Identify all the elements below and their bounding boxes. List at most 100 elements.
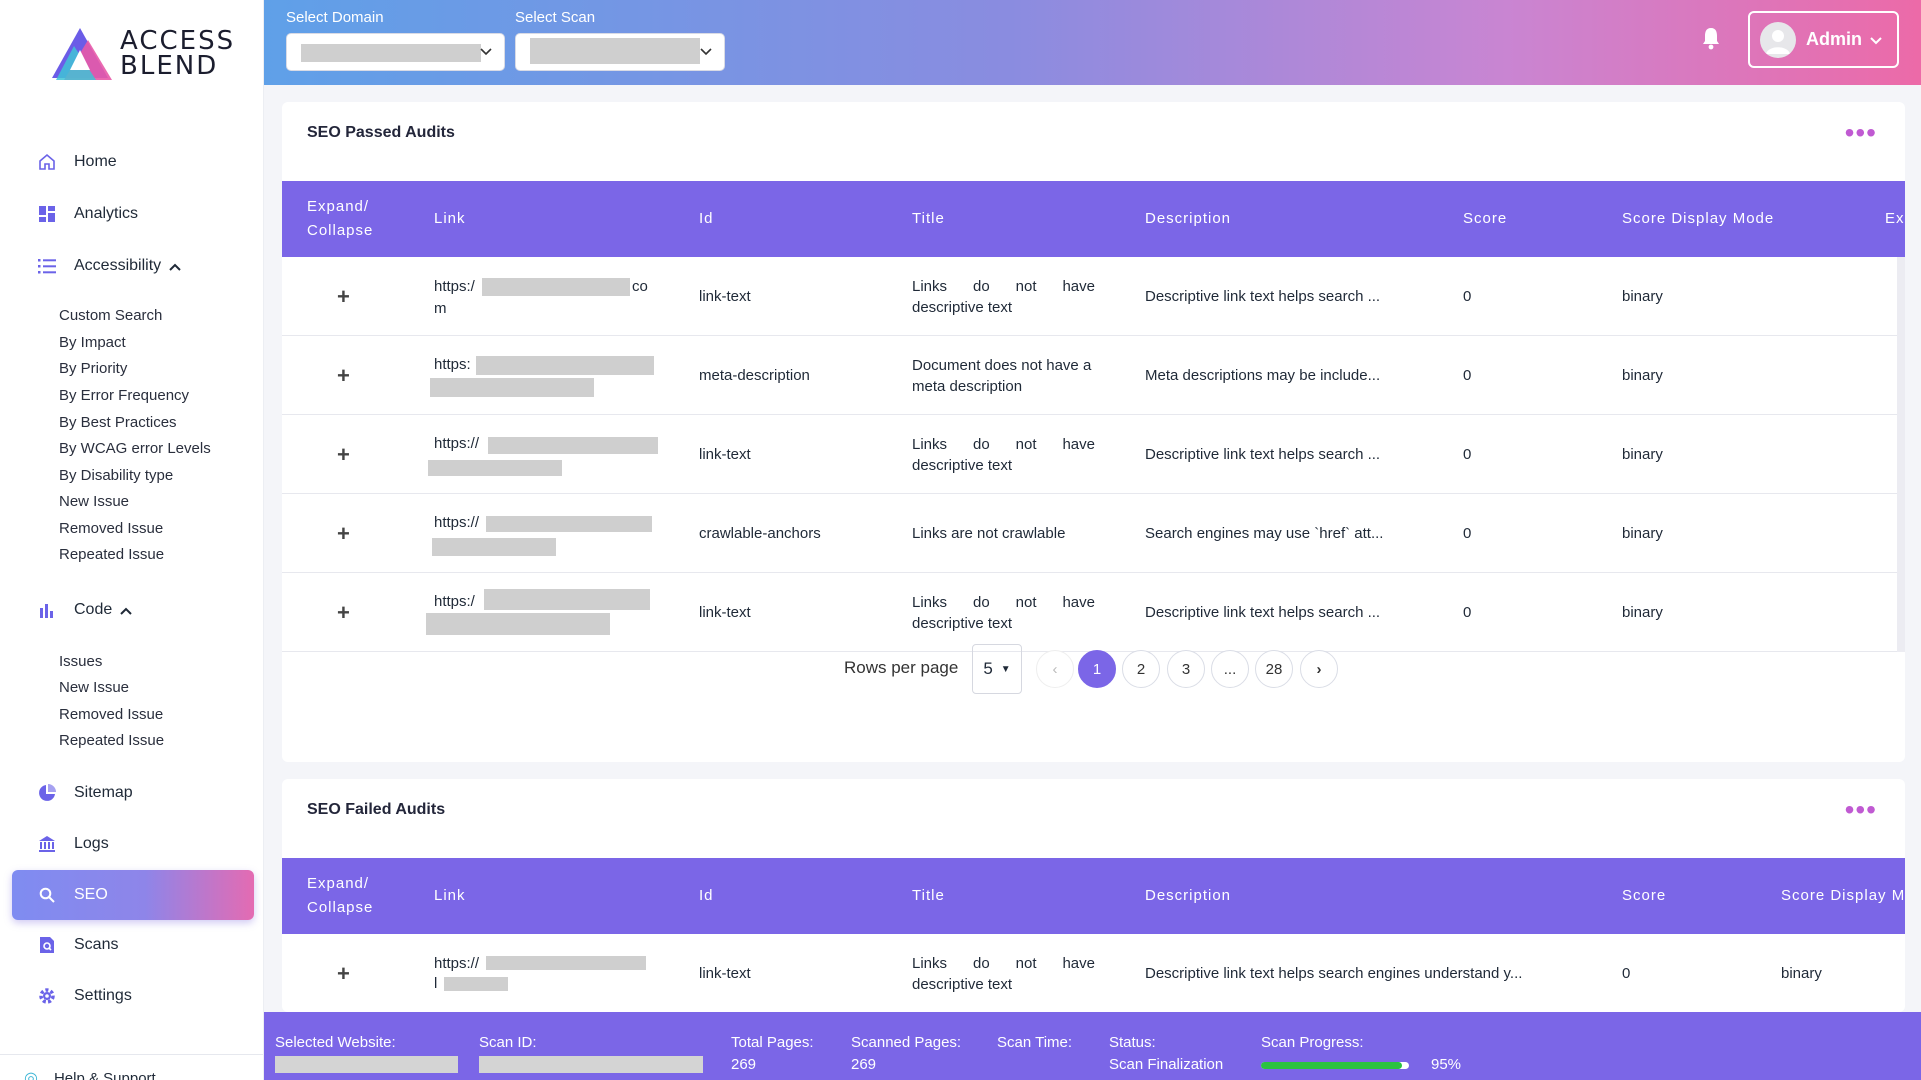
sidebar-item-code[interactable]: Code — [12, 586, 254, 634]
link-redacted — [428, 459, 562, 476]
sidebar-item-label: Help & Support — [53, 1069, 156, 1080]
scan-time-label: Scan Time: — [997, 1034, 1073, 1051]
sidebar-item-accessibility[interactable]: Accessibility — [12, 242, 254, 290]
page-button-28[interactable]: 28 — [1255, 650, 1293, 688]
plus-icon: + — [337, 363, 350, 388]
column-header-extra[interactable]: Ex — [1885, 181, 1905, 257]
expand-row-button[interactable]: + — [337, 336, 350, 415]
description-cell: Meta descriptions may be include... — [1145, 367, 1381, 384]
more-options-icon[interactable]: ••• — [1845, 796, 1877, 824]
sidebar-subitem-custom-search[interactable]: Custom Search — [59, 307, 162, 324]
seo-passed-audits-card: SEO Passed Audits ••• Expand/ Collapse L… — [282, 102, 1905, 762]
sidebar-subitem-by-error-frequency[interactable]: By Error Frequency — [59, 387, 189, 404]
score-display-mode-cell: binary — [1622, 446, 1663, 463]
sidebar-item-scans[interactable]: Scans — [12, 921, 254, 969]
link-cell[interactable]: https: — [430, 336, 660, 415]
link-redacted — [488, 436, 658, 454]
column-header-score[interactable]: Score — [1622, 858, 1666, 934]
more-options-icon[interactable]: ••• — [1845, 119, 1877, 147]
domain-select[interactable] — [286, 33, 505, 71]
link-text-start: https:// — [434, 434, 480, 452]
page-button-3[interactable]: 3 — [1167, 650, 1205, 688]
scan-progress-bar — [1261, 1061, 1409, 1069]
pie-chart-icon — [36, 782, 58, 804]
link-cell[interactable]: https:/ — [426, 573, 656, 652]
sidebar-item-sitemap[interactable]: Sitemap — [12, 769, 254, 817]
caret-down-icon: ▼ — [1000, 663, 1011, 675]
prev-page-button[interactable]: ‹ — [1036, 650, 1074, 688]
total-pages-label: Total Pages: — [731, 1034, 814, 1051]
sidebar-subitem-by-wcag-levels[interactable]: By WCAG error Levels — [59, 440, 211, 457]
link-text-start: https:// — [434, 513, 480, 531]
score-cell: 0 — [1463, 367, 1472, 384]
rows-per-page-select[interactable]: 5 ▼ — [972, 644, 1022, 694]
link-text-start: https:// — [434, 954, 480, 972]
sidebar-item-analytics[interactable]: Analytics — [12, 190, 254, 238]
title-cell: Links are not crawlable — [912, 525, 1066, 542]
sidebar-item-help[interactable]: ◎ Help & Support — [24, 1068, 156, 1080]
sidebar-subitem-removed-issue[interactable]: Removed Issue — [59, 520, 163, 537]
rows-per-page-value: 5 — [983, 659, 993, 678]
column-header-title[interactable]: Title — [912, 858, 945, 934]
column-header-score-display-mode[interactable]: Score Display M — [1781, 858, 1905, 934]
page-button-1[interactable]: 1 — [1078, 650, 1116, 688]
column-header-description[interactable]: Description — [1145, 181, 1231, 257]
expand-row-button[interactable]: + — [337, 415, 350, 494]
table-row: + https: meta-description Document does … — [282, 336, 1905, 415]
notification-bell-icon[interactable] — [1700, 26, 1722, 50]
link-redacted — [432, 537, 556, 556]
link-text-start: https:/ — [434, 277, 475, 295]
link-cell[interactable]: https:// — [428, 415, 664, 494]
expand-row-button[interactable]: + — [337, 257, 350, 336]
column-header-score[interactable]: Score — [1463, 181, 1507, 257]
sidebar-item-logs[interactable]: Logs — [12, 820, 254, 868]
sidebar-subitem-by-disability-type[interactable]: By Disability type — [59, 467, 173, 484]
link-cell[interactable]: https:/ co m — [434, 257, 664, 336]
card-title: SEO Passed Audits — [307, 124, 455, 141]
column-header-id[interactable]: Id — [699, 858, 714, 934]
sidebar-subitem-by-impact[interactable]: By Impact — [59, 334, 126, 351]
table-scrollbar[interactable] — [1897, 257, 1905, 652]
column-header-expand: Expand/ Collapse — [307, 875, 374, 916]
account-menu-button[interactable]: Admin — [1748, 11, 1899, 68]
page-button-2[interactable]: 2 — [1122, 650, 1160, 688]
score-cell: 0 — [1463, 604, 1472, 621]
sidebar: ACCESS BLEND Home Analytics Accessibilit… — [0, 0, 264, 1080]
sidebar-item-label: Analytics — [74, 205, 139, 222]
link-cell[interactable]: https:// l — [434, 934, 664, 1012]
column-header-score-display-mode[interactable]: Score Display Mode — [1622, 181, 1774, 257]
chevron-left-icon: ‹ — [1052, 660, 1058, 678]
column-header-title[interactable]: Title — [912, 181, 945, 257]
sidebar-subitem-issues[interactable]: Issues — [59, 653, 102, 670]
column-header-expand: Expand/ Collapse — [307, 198, 374, 239]
brand-logo[interactable]: ACCESS BLEND — [52, 26, 235, 82]
sidebar-subitem-code-repeated-issue[interactable]: Repeated Issue — [59, 732, 164, 749]
scan-select[interactable] — [515, 33, 725, 71]
link-cell[interactable]: https:// — [432, 494, 662, 573]
table-row: + https:// link-text Links do not have d… — [282, 415, 1905, 494]
column-header-link[interactable]: Link — [434, 858, 466, 934]
sidebar-item-seo[interactable]: SEO — [12, 870, 254, 920]
id-cell: link-text — [699, 288, 751, 305]
sidebar-subitem-code-new-issue[interactable]: New Issue — [59, 679, 129, 696]
sidebar-subitem-new-issue[interactable]: New Issue — [59, 493, 129, 510]
sidebar-item-label: Sitemap — [74, 784, 133, 801]
sidebar-item-label: Settings — [74, 987, 132, 1004]
expand-row-button[interactable]: + — [337, 934, 350, 1012]
sidebar-item-settings[interactable]: Settings — [12, 972, 254, 1020]
column-header-id[interactable]: Id — [699, 181, 714, 257]
expand-row-button[interactable]: + — [337, 573, 350, 652]
scan-id-label: Scan ID: — [479, 1034, 537, 1051]
plus-icon: + — [337, 442, 350, 467]
sidebar-subitem-code-removed-issue[interactable]: Removed Issue — [59, 706, 163, 723]
sidebar-item-label: Logs — [74, 835, 109, 852]
sidebar-subitem-by-priority[interactable]: By Priority — [59, 360, 127, 377]
table-row: + https:/ co m link-text Links do not ha… — [282, 257, 1905, 336]
sidebar-item-home[interactable]: Home — [12, 138, 254, 186]
next-page-button[interactable]: › — [1300, 650, 1338, 688]
column-header-description[interactable]: Description — [1145, 858, 1231, 934]
expand-row-button[interactable]: + — [337, 494, 350, 573]
column-header-link[interactable]: Link — [434, 181, 466, 257]
sidebar-subitem-repeated-issue[interactable]: Repeated Issue — [59, 546, 164, 563]
sidebar-subitem-by-best-practices[interactable]: By Best Practices — [59, 414, 177, 431]
